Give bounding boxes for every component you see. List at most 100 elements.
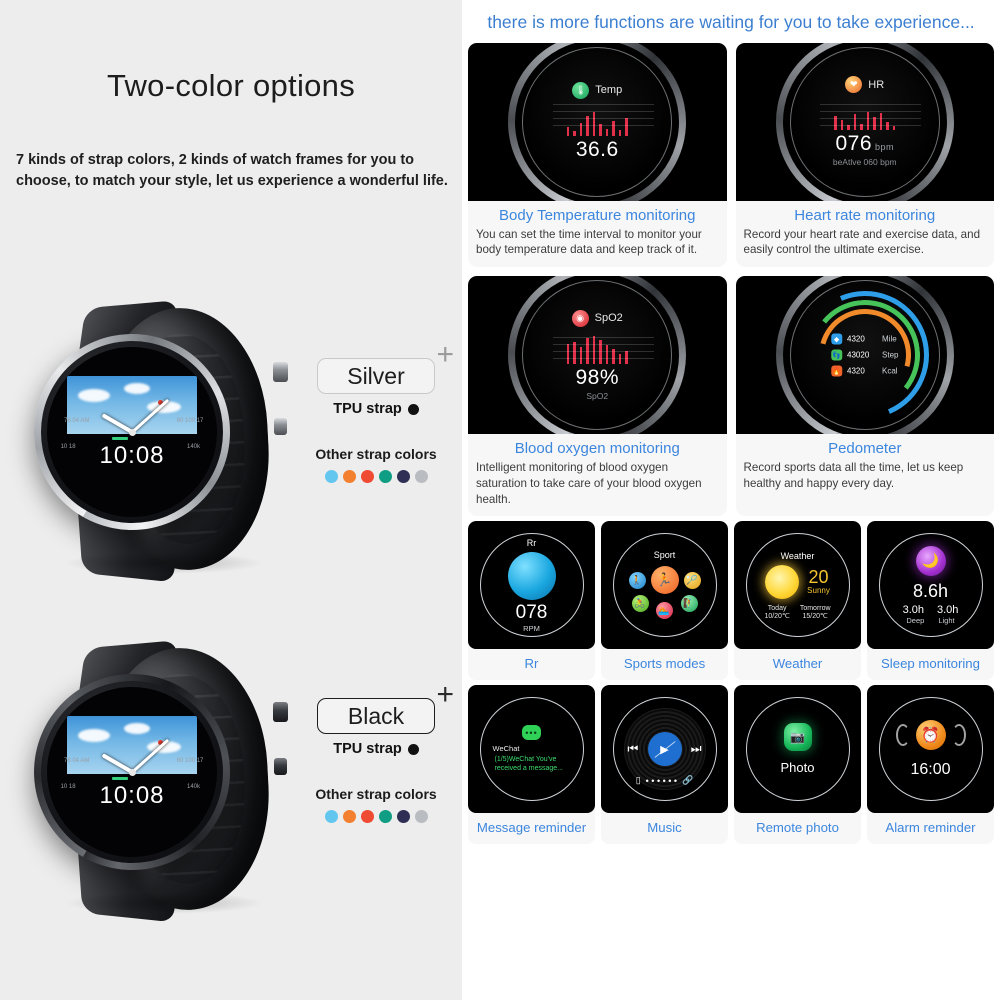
option-labels-black: + Black TPU strap Other strap colors	[296, 680, 456, 823]
watch-case: 76 04 AM 60 100 17 10 18 140k 10:08	[34, 334, 230, 530]
sleep-labels: Deep Light	[906, 616, 954, 625]
photo-label: Photo	[780, 760, 815, 776]
tile-alarm-reminder[interactable]: ⏰ 16:00 Alarm reminder	[867, 685, 994, 845]
product-option-black[interactable]: 76 04 AM 60 100 17 10 18 140k 10:08 + Bl…	[0, 640, 462, 940]
tile-grid-row-2: ••• WeChat (1/5)WeChat You've received a…	[462, 680, 1000, 845]
watch-screen: ••• WeChat (1/5)WeChat You've received a…	[479, 697, 584, 802]
alarm-wave-right-icon	[951, 723, 966, 746]
strap-type-label: TPU strap	[333, 401, 402, 417]
watch-case: ❤ HR 076 bpm beAtlve 060 bpm	[775, 42, 954, 201]
feature-caption: Pedometer Record sports data all the tim…	[736, 434, 995, 501]
swatch-row-silver[interactable]	[296, 470, 456, 483]
feature-title: Pedometer	[828, 440, 902, 458]
swim-icon: 🏊	[655, 602, 673, 620]
tile-sports-modes[interactable]: Sport 🏃 🚶 🏸 🚴 🧗 🏊 Sports modes	[601, 521, 728, 681]
play-pause-button[interactable]: ▶	[647, 732, 682, 767]
watch-screen: Rr 078 RPM	[479, 533, 584, 638]
strap-type-black: TPU strap	[296, 741, 456, 757]
hand-pin	[128, 768, 136, 776]
tile-remote-photo[interactable]: 📷 Photo Remote photo	[734, 685, 861, 845]
feature-card-heart-rate[interactable]: ❤ HR 076 bpm beAtlve 060 bpm Heart rate …	[735, 42, 994, 268]
thermometer-icon: 🌡	[572, 81, 590, 99]
pedometer-row-kcal: 🔥 4320 Kcal	[831, 365, 898, 377]
product-option-silver[interactable]: 76 04 AM 60 100 17 10 18 140k 10:08 + Si…	[0, 300, 462, 600]
next-track-button[interactable]: ⏭	[691, 742, 702, 757]
mile-value: 4320	[847, 334, 865, 344]
feature-card-blood-oxygen[interactable]: ◉ SpO2 98% SpO2 Blood oxygen monitoring …	[468, 276, 727, 517]
rr-value: 078	[515, 601, 548, 623]
watch-bezel: 76 04 AM 60 100 17 10 18 140k 10:08	[41, 341, 223, 523]
screen-label: SpO2	[594, 312, 623, 325]
tile-sleep-monitoring[interactable]: 🌙 8.6h 3.0h 3.0h Deep Light Sleep monito…	[867, 521, 994, 681]
watch-screen: ⏰ 16:00	[878, 697, 983, 802]
phone-icon: ▯	[635, 775, 641, 786]
page-subtitle: 7 kinds of strap colors, 2 kinds of watc…	[16, 152, 448, 190]
previous-track-button[interactable]: ⏮	[628, 742, 639, 757]
tile-weather[interactable]: Weather 20 Sunny Today 10/20℃ Tomorrow 1…	[734, 521, 861, 681]
watch-screen: Weather 20 Sunny Today 10/20℃ Tomorrow 1…	[745, 533, 850, 638]
left-panel: Two-color options 7 kinds of strap color…	[0, 0, 462, 1000]
crown-button-top	[273, 362, 288, 382]
progress-dots: • • • • • •	[645, 775, 678, 786]
feature-caption: Blood oxygen monitoring Intelligent moni…	[468, 434, 727, 516]
feature-card-temperature[interactable]: 🌡 Temp 36.6 Body Temperature monitoring …	[468, 42, 727, 268]
tile-caption: Rr	[524, 656, 539, 672]
watch-screen: 📷 Photo	[745, 697, 850, 802]
swatch-orange[interactable]	[342, 470, 356, 483]
sleep-deep-value: 3.0h	[902, 603, 924, 616]
pedometer-row-mile: ◆ 4320 Mile	[831, 333, 898, 345]
swatch-row-black[interactable]	[296, 810, 456, 823]
feature-caption: Body Temperature monitoring You can set …	[468, 201, 727, 268]
spo2-value: 98%	[575, 365, 620, 389]
subdial-left: 76 04 AM	[64, 758, 90, 765]
swatch-red[interactable]	[360, 810, 374, 823]
tile-grid-row-1: Rr 078 RPM Rr Sport 🏃 🚶 🏸 🚴 🧗 🏊 Sports m…	[462, 516, 1000, 681]
watch-case: 🌡 Temp 36.6	[508, 42, 687, 201]
swatch-gray[interactable]	[414, 470, 428, 483]
watch-screen: 🌡 Temp 36.6	[522, 46, 673, 197]
watch-photo-silver: 76 04 AM 60 100 17 10 18 140k 10:08	[28, 300, 288, 583]
product-infographic: Two-color options 7 kinds of strap color…	[0, 0, 1000, 1000]
swatch-red[interactable]	[360, 470, 374, 483]
color-name-black[interactable]: Black	[317, 698, 435, 734]
message-text: (1/5)WeChat You've received a message...	[494, 756, 563, 773]
tile-screenshot-weather: Weather 20 Sunny Today 10/20℃ Tomorrow 1…	[734, 521, 861, 650]
color-name-silver[interactable]: Silver	[317, 358, 435, 394]
watch-time: 10:08	[99, 442, 165, 470]
watch-screen: ◉ SpO2 98% SpO2	[522, 280, 673, 431]
swatch-navy[interactable]	[396, 470, 410, 483]
subdial-right: 60 100 17	[176, 418, 204, 425]
crown-button-top	[273, 702, 288, 722]
swatch-navy[interactable]	[396, 810, 410, 823]
page-title: Two-color options	[106, 68, 356, 103]
sport-icon-cluster: 🏃 🚶 🏸 🚴 🧗 🏊	[628, 560, 701, 620]
tile-message-reminder[interactable]: ••• WeChat (1/5)WeChat You've received a…	[468, 685, 595, 845]
features-headline: there is more functions are waiting for …	[487, 12, 975, 32]
tile-caption: Sports modes	[623, 656, 706, 672]
swatch-teal[interactable]	[378, 810, 392, 823]
swatch-gray[interactable]	[414, 810, 428, 823]
link-icon: 🔗	[682, 775, 694, 786]
product-shadow	[64, 892, 264, 914]
camera-icon: 📷	[783, 723, 812, 752]
strap-color-dot	[407, 403, 419, 415]
tile-music[interactable]: Music 🔊 ⏮ ⏭ ▶ ▯ • • • • • • 🔗	[601, 685, 728, 845]
screen-gridlines	[820, 103, 921, 126]
spo2-subvalue: SpO2	[586, 390, 609, 401]
chat-bubble-icon: •••	[522, 725, 541, 741]
swatch-orange[interactable]	[342, 810, 356, 823]
watch-photo-black: 76 04 AM 60 100 17 10 18 140k 10:08	[28, 640, 288, 923]
tile-rr[interactable]: Rr 078 RPM Rr	[468, 521, 595, 681]
product-shadow	[64, 552, 264, 574]
plus-icon: +	[436, 338, 454, 371]
weather-temp: 20	[808, 567, 829, 588]
swatch-blue[interactable]	[324, 810, 338, 823]
swatch-teal[interactable]	[378, 470, 392, 483]
mile-unit: Mile	[882, 334, 897, 344]
alarm-wave-left-icon	[895, 723, 910, 746]
watch-screen: Sport 🏃 🚶 🏸 🚴 🧗 🏊	[612, 533, 717, 638]
swatch-blue[interactable]	[324, 470, 338, 483]
flame-icon: 🔥	[831, 365, 843, 377]
feature-title: Blood oxygen monitoring	[514, 440, 680, 458]
feature-card-pedometer[interactable]: ◆ 4320 Mile 👣 43020 Step 🔥 4320 Kcal Ped…	[735, 276, 995, 517]
